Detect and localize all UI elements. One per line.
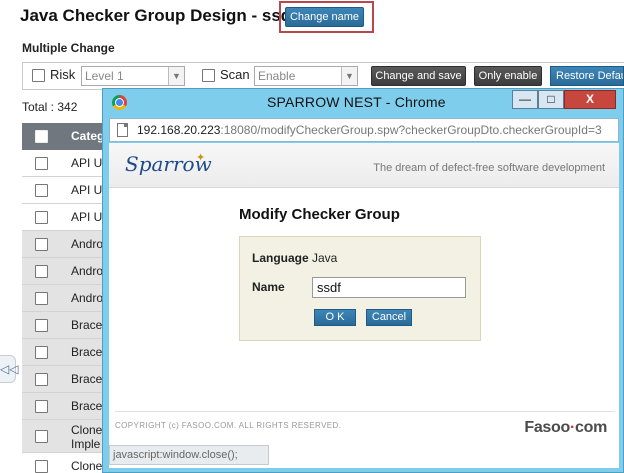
row-checkbox[interactable] [35,346,48,359]
popup-content: Sparrow ✦ The dream of defect-free softw… [109,143,619,468]
scan-checkbox[interactable] [202,69,215,82]
row-checkbox[interactable] [35,430,48,443]
total-count: Total : 342 [22,100,78,114]
category-column-header: Categ [71,129,105,143]
status-bar: javascript:window.close(); [109,445,269,465]
only-enable-button[interactable]: Only enable [474,66,542,86]
row-category: API U [71,183,103,197]
row-checkbox[interactable] [35,157,48,170]
row-checkbox[interactable] [35,265,48,278]
risk-label: Risk [50,67,76,82]
name-input[interactable]: ssdf [312,277,466,298]
row-checkbox[interactable] [35,319,48,332]
name-label: Name [252,280,285,294]
fasoo-logo: Fasoo·com [524,419,607,437]
risk-select[interactable]: Level 1 ▼ [81,66,185,86]
row-category: Imple [71,437,101,451]
scan-label: Scan [220,67,250,82]
chrome-icon [112,95,127,110]
bird-icon: ✦ [196,152,206,164]
select-all-checkbox[interactable] [35,130,48,143]
row-category: Clone [71,423,103,437]
row-category: Brace [71,345,103,359]
ok-button[interactable]: O K [314,309,356,326]
popup-window: SPARROW NEST - Chrome — □ X 192.168.20.2… [102,88,624,473]
row-checkbox[interactable] [35,238,48,251]
row-checkbox[interactable] [35,373,48,386]
row-category: Andro [71,264,104,278]
row-checkbox[interactable] [35,211,48,224]
copyright-text: COPYRIGHT (c) FASOO.COM. ALL RIGHTS RESE… [115,421,342,430]
multiple-change-label: Multiple Change [22,41,115,55]
brand-header: Sparrow ✦ The dream of defect-free softw… [109,143,619,188]
row-category: Brace [71,372,103,386]
row-category: Clone [71,459,103,473]
risk-checkbox[interactable] [32,69,45,82]
row-checkbox[interactable] [35,460,48,473]
row-checkbox[interactable] [35,292,48,305]
row-category: API U [71,210,103,224]
collapse-left-icon[interactable]: ◁◁ [0,355,18,383]
scan-select-value: Enable [258,69,296,83]
minimize-button[interactable]: — [512,90,538,109]
fasoo-logo-right: com [575,419,607,436]
page-icon [117,123,128,137]
change-and-save-button[interactable]: Change and save [371,66,466,86]
row-category: API U [71,156,103,170]
row-category: Brace [71,318,103,332]
url-host: 192.168.20.223 [137,123,221,137]
address-bar[interactable]: 192.168.20.223:18080/modifyCheckerGroup.… [109,118,619,142]
chevron-down-icon: ▼ [341,67,357,85]
row-category: Andro [71,291,104,305]
row-category: Andro [71,237,104,251]
fasoo-logo-left: Fasoo [524,419,570,436]
window-title: SPARROW NEST - Chrome [267,94,446,110]
risk-select-value: Level 1 [85,69,124,83]
language-label: Language [252,251,309,265]
row-checkbox[interactable] [35,184,48,197]
modify-heading: Modify Checker Group [239,206,400,223]
url-text: 192.168.20.223:18080/modifyCheckerGroup.… [137,123,602,137]
scan-select[interactable]: Enable ▼ [254,66,358,86]
tagline: The dream of defect-free software develo… [373,162,605,174]
cancel-button[interactable]: Cancel [366,309,412,326]
maximize-button[interactable]: □ [538,90,564,109]
page-title: Java Checker Group Design - ssdf [20,6,297,25]
restore-default-button[interactable]: Restore Defau [550,66,624,86]
row-checkbox[interactable] [35,400,48,413]
footer-divider [115,411,615,412]
language-value: Java [312,251,338,265]
window-titlebar[interactable]: SPARROW NEST - Chrome — □ X [103,89,623,117]
url-path: :18080/modifyCheckerGroup.spw?checkerGro… [220,123,602,137]
chevron-down-icon: ▼ [168,67,184,85]
change-name-button[interactable]: Change name [285,7,364,27]
close-window-button[interactable]: X [564,90,616,109]
row-category: Brace [71,399,103,413]
modify-form: Language Java Name ssdf O K Cancel [239,236,481,341]
